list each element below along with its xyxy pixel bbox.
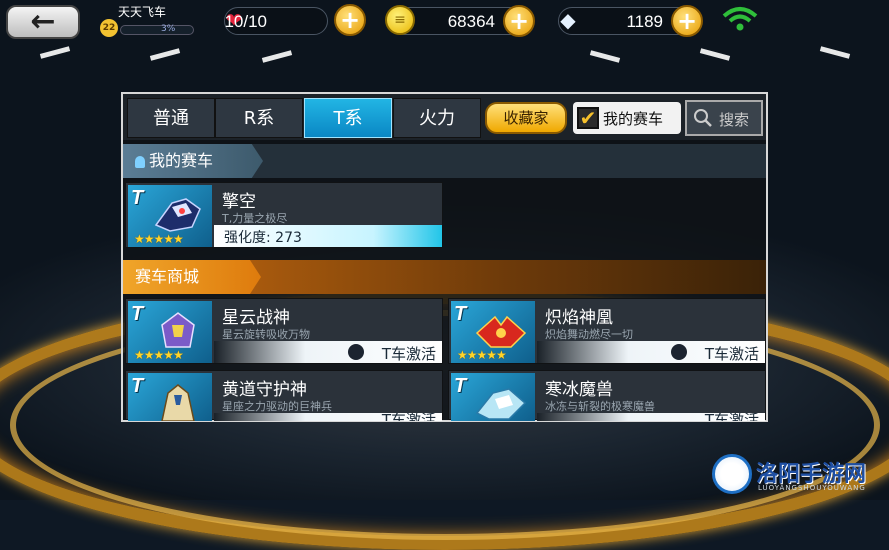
car-description: T,力量之极尽 [222,212,288,225]
unlock-label: T车激活 [704,345,759,363]
tab-r-series[interactable]: R系 [215,98,303,138]
wifi-signal-icon [722,7,758,31]
car-description: 炽焰舞动燃尽一切 [545,328,633,341]
diamonds-counter: ◆ 1189 + [558,5,703,37]
mech-car-image [161,384,195,421]
unlock-bar[interactable]: T车激活 [214,341,442,363]
my-cars-section-title: 我的赛车 [149,151,214,170]
unlock-label: T车激活 [381,345,436,363]
garage-panel: 普通 R系 T系 火力 收藏家 ✔ 我的赛车 搜索 我的赛车 T ★★★★★ 擎… [121,92,768,422]
mech-car-image [475,388,527,420]
player-name: 天天飞车 [118,5,167,19]
user-icon [135,155,145,168]
strength-bar: 强化度: 273 [214,225,442,247]
car-description: 星云旋转吸收万物 [222,328,310,341]
tab-firepower[interactable]: 火力 [393,98,481,138]
add-hearts-plus-icon[interactable]: + [334,4,366,36]
car-name: 寒冰魔兽 [545,380,613,400]
car-thumbnail: T ★★★★★ [128,301,212,363]
car-name: 擎空 [222,192,256,212]
t-series-logo: T [131,303,144,325]
search-icon [694,109,712,127]
unlock-bar[interactable]: T车激活 [537,413,765,421]
my-cars-filter-toggle[interactable]: ✔ 我的赛车 [573,102,681,134]
mech-car-image [475,315,527,348]
hearts-value: 10/10 [224,12,267,31]
car-thumbnail: T ★★★★★ [128,185,212,247]
hearts-add[interactable]: + [332,4,370,36]
add-diamonds-plus-icon[interactable]: + [671,5,703,37]
car-name: 星云战神 [222,308,290,328]
xp-text: 3% [161,24,176,34]
t-series-logo: T [454,303,467,325]
my-cars-section-header: 我的赛车 [123,144,766,178]
back-arrow-icon: ← [30,4,56,39]
back-button[interactable]: ← [6,5,80,39]
car-thumbnail: T [128,373,212,421]
mech-car-image [154,198,201,232]
add-coins-plus-icon[interactable]: + [503,5,535,37]
my-cars-filter-label: 我的赛车 [603,110,664,128]
t-series-logo: T [454,375,467,397]
shop-car-card[interactable]: T 寒冰魔兽 冰冻与斩裂的极寒魔兽 T车激活 [448,370,766,421]
car-thumbnail: T ★★★★★ [451,301,535,363]
shop-car-card[interactable]: T ★★★★★ 炽焰神凰 炽焰舞动燃尽一切 T车激活 [448,298,766,364]
shop-section-header: 赛车商城 [123,260,766,294]
coins-value: 68364 [447,12,495,31]
my-car-card[interactable]: T ★★★★★ 擎空 T,力量之极尽 强化度: 273 [125,182,443,248]
search-label: 搜索 [719,111,750,129]
hearts-counter: ❤ 10/10 [224,7,328,35]
strength-text: 强化度: 273 [224,230,302,246]
tab-normal[interactable]: 普通 [127,98,215,138]
car-name: 黄道守护神 [222,380,307,400]
car-description: 冰冻与斩裂的极寒魔兽 [545,400,655,413]
car-description: 星座之力驱动的巨神兵 [222,400,332,413]
car-thumbnail: T [451,373,535,421]
search-button[interactable]: 搜索 [685,100,763,136]
coin-icon: ≡ [385,5,415,35]
unlock-label: T车激活 [382,413,436,421]
site-watermark: 洛阳手游网 LUOYANGSHOUYOUWANG [712,454,882,496]
category-tabbar: 普通 R系 T系 火力 收藏家 ✔ 我的赛车 搜索 [123,94,766,140]
my-cars-checkbox[interactable]: ✔ [577,107,599,129]
diamonds-value: 1189 [626,12,663,31]
mech-car-image [161,312,195,348]
level-star-icon: 22 [100,19,118,37]
rating-stars: ★★★★★ [457,348,507,362]
unlock-label: T车激活 [705,413,759,421]
lock-icon [671,344,687,360]
xp-bar: 3% [120,24,194,35]
shop-car-card[interactable]: T 黄道守护神 星座之力驱动的巨神兵 T车激活 [125,370,443,421]
car-name: 炽焰神凰 [545,308,613,328]
tab-t-series[interactable]: T系 [304,98,392,138]
collector-button[interactable]: 收藏家 [485,102,567,134]
shop-section-tag: 赛车商城 [123,260,261,294]
my-cars-section-tag: 我的赛车 [123,144,263,178]
unlock-bar[interactable]: T车激活 [537,341,765,363]
rating-stars: ★★★★★ [134,348,184,362]
player-profile[interactable]: 天天飞车 22 3% [100,3,196,37]
watermark-subtitle: LUOYANGSHOUYOUWANG [758,484,866,492]
t-series-logo: T [131,375,144,397]
unlock-bar[interactable]: T车激活 [214,413,442,421]
diamond-icon: ◆ [560,8,576,32]
coins-counter: ≡ 68364 + [385,5,535,37]
lock-icon [348,344,364,360]
watermark-logo-icon [712,454,752,494]
shop-car-card[interactable]: T ★★★★★ 星云战神 星云旋转吸收万物 T车激活 [125,298,443,364]
rating-stars: ★★★★★ [134,232,184,246]
t-series-logo: T [131,187,144,209]
